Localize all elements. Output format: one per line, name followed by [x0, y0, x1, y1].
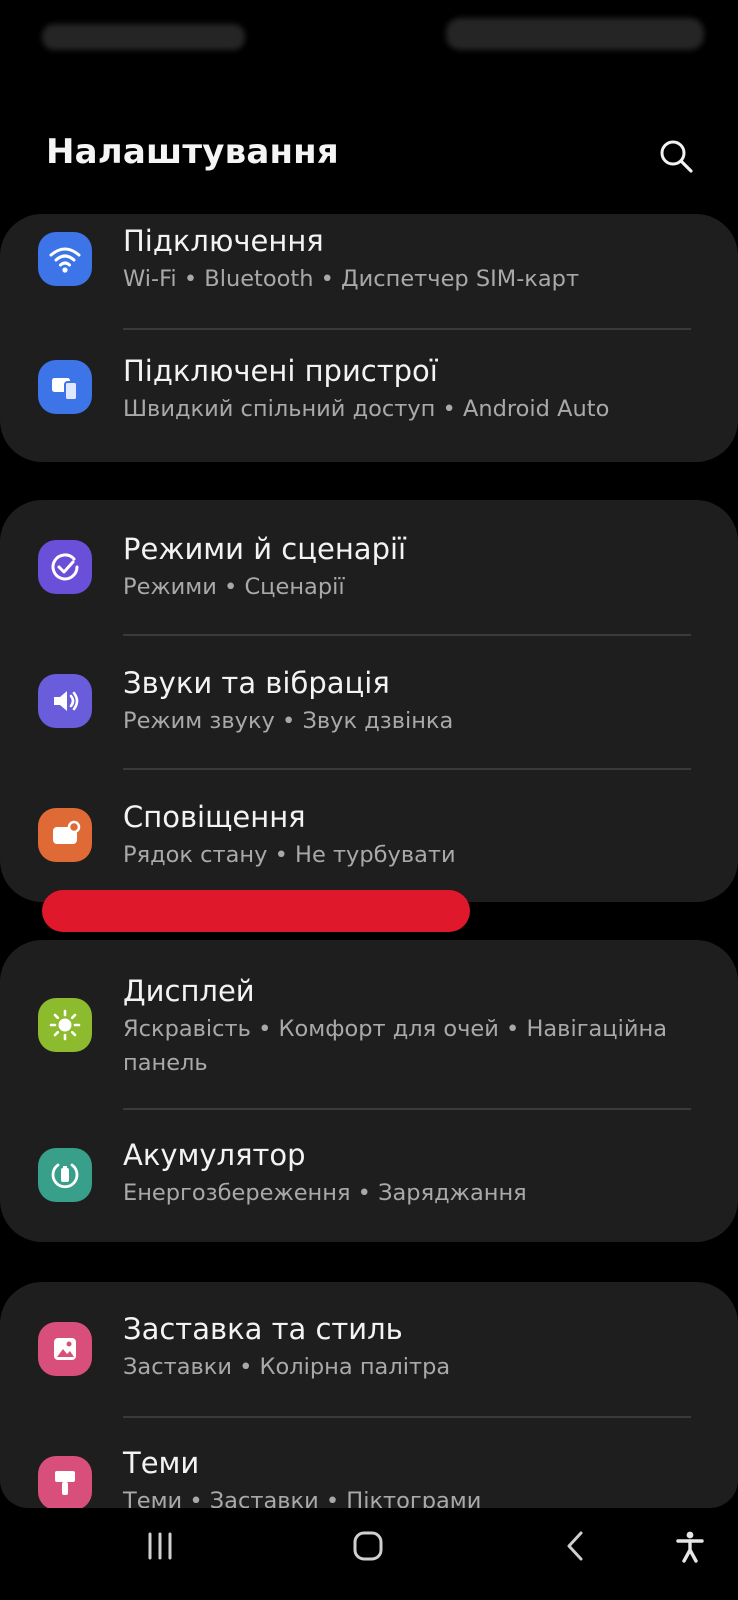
- accessibility-icon: [676, 1531, 704, 1563]
- settings-item-subtitle: Енергозбереження • Заряджання: [123, 1180, 527, 1206]
- settings-group-modes-sounds: Режими й сценарії Режими • Сценарії Звук…: [0, 500, 738, 902]
- page-header: Налаштування: [0, 122, 738, 190]
- accessibility-button[interactable]: [662, 1524, 718, 1568]
- sun-icon: [38, 998, 92, 1052]
- modes-routines-icon: [38, 540, 92, 594]
- settings-item-subtitle: Швидкий спільний доступ • Android Auto: [123, 396, 610, 422]
- settings-item-subtitle: Заставки • Колірна палітра: [123, 1354, 451, 1380]
- settings-item-title: Дисплей: [123, 974, 255, 1008]
- settings-item-display[interactable]: Дисплей Яскравість • Комфорт для очей • …: [0, 940, 738, 1108]
- home-button[interactable]: [338, 1524, 398, 1568]
- settings-group-connectivity: Підключення Wi-Fi • Bluetooth • Диспетче…: [0, 214, 738, 462]
- settings-item-connected-devices[interactable]: Підключені пристрої Швидкий спільний дос…: [0, 330, 738, 462]
- settings-item-title: Акумулятор: [123, 1138, 306, 1172]
- settings-item-title: Заставка та стиль: [123, 1312, 403, 1346]
- wallpaper-icon: [38, 1322, 92, 1376]
- settings-item-title: Підключені пристрої: [123, 354, 438, 388]
- settings-item-themes[interactable]: Теми Теми • Заставки • Піктограми: [0, 1418, 738, 1508]
- back-icon: [567, 1531, 583, 1561]
- settings-item-wallpaper-style[interactable]: Заставка та стиль Заставки • Колірна пал…: [0, 1282, 738, 1416]
- settings-item-title: Режими й сценарії: [123, 532, 407, 566]
- status-bar-left-redacted: [42, 24, 245, 50]
- settings-item-subtitle: Режим звуку • Звук дзвінка: [123, 708, 454, 734]
- settings-item-subtitle: Режими • Сценарії: [123, 574, 345, 600]
- wifi-icon: [38, 232, 92, 286]
- home-icon: [353, 1531, 383, 1561]
- settings-item-title: Підключення: [123, 224, 324, 258]
- settings-item-notifications[interactable]: Сповіщення Рядок стану • Не турбувати: [0, 770, 738, 902]
- recents-button[interactable]: [130, 1524, 190, 1568]
- settings-item-subtitle: Рядок стану • Не турбувати: [123, 842, 456, 868]
- settings-group-wallpaper-themes: Заставка та стиль Заставки • Колірна пал…: [0, 1282, 738, 1508]
- settings-item-battery[interactable]: Акумулятор Енергозбереження • Заряджання: [0, 1110, 738, 1242]
- navigation-bar: [0, 1510, 738, 1600]
- status-bar-right-redacted: [446, 18, 704, 50]
- speaker-icon: [38, 674, 92, 728]
- settings-item-title: Сповіщення: [123, 800, 306, 834]
- settings-item-subtitle: Теми • Заставки • Піктограми: [123, 1488, 482, 1508]
- recents-icon: [148, 1532, 172, 1560]
- back-button[interactable]: [546, 1524, 606, 1568]
- settings-item-subtitle: Яскравість • Комфорт для очей • Навігаці…: [123, 1016, 667, 1076]
- settings-item-sounds-vibration[interactable]: Звуки та вібрація Режим звуку • Звук дзв…: [0, 636, 738, 768]
- settings-item-subtitle: Wi-Fi • Bluetooth • Диспетчер SIM-карт: [123, 266, 580, 292]
- redaction-marker: [42, 890, 470, 932]
- battery-icon: [38, 1148, 92, 1202]
- notification-icon: [38, 808, 92, 862]
- settings-group-display-battery: Дисплей Яскравість • Комфорт для очей • …: [0, 940, 738, 1242]
- settings-item-title: Звуки та вібрація: [123, 666, 390, 700]
- settings-item-title: Теми: [123, 1446, 200, 1480]
- settings-item-connections[interactable]: Підключення Wi-Fi • Bluetooth • Диспетче…: [0, 214, 738, 330]
- connected-devices-icon: [38, 360, 92, 414]
- search-icon: [660, 140, 693, 173]
- settings-item-modes-routines[interactable]: Режими й сценарії Режими • Сценарії: [0, 500, 738, 634]
- page-title: Налаштування: [46, 132, 339, 172]
- brush-icon: [38, 1456, 92, 1508]
- search-button[interactable]: [650, 130, 702, 182]
